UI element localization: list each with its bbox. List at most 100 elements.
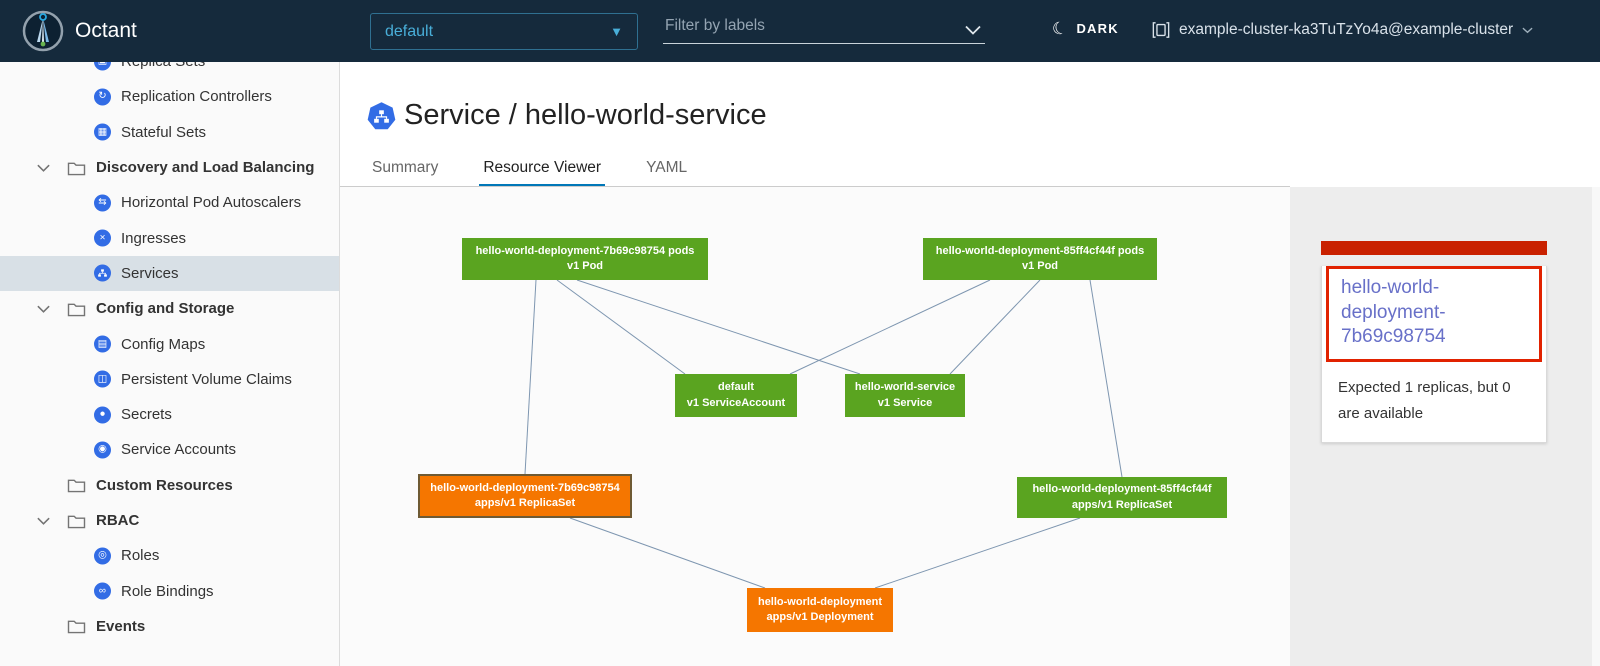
chevron-down-icon <box>1522 26 1533 34</box>
tab-resource-viewer[interactable]: Resource Viewer <box>479 151 605 187</box>
node-title: hello-world-deployment-7b69c98754 <box>420 481 630 496</box>
sidebar-item-persistent-volume-claims[interactable]: ◫ Persistent Volume Claims <box>0 362 339 397</box>
graph-edge <box>950 280 1040 374</box>
graph-node-replicaset-7b69c98754[interactable]: hello-world-deployment-7b69c98754apps/v1… <box>418 474 632 518</box>
sidebar-item-label: Secrets <box>121 406 172 423</box>
detail-panel: hello-world-deployment-7b69c98754 Expect… <box>1290 187 1600 666</box>
sidebar-item-label: Roles <box>121 547 159 564</box>
graph-node-pod-85ff4cf44f[interactable]: hello-world-deployment-85ff4cf44f podsv1… <box>923 238 1157 280</box>
sidebar-item-label: Events <box>96 618 145 635</box>
persistent-volume-claims-icon: ◫ <box>94 371 111 388</box>
horizontal-pod-autoscalers-icon: ⇆ <box>94 194 111 211</box>
sidebar-item-service-accounts[interactable]: ◉Service Accounts <box>0 432 339 467</box>
service-accounts-icon: ◉ <box>94 441 111 458</box>
graph-edge <box>875 518 1080 588</box>
moon-icon: ☾ <box>1050 18 1070 38</box>
service-resource-icon <box>366 101 397 132</box>
selected-object-card: hello-world-deployment-7b69c98754 Expect… <box>1321 241 1547 443</box>
replication-controllers-icon: ↻ <box>94 88 111 105</box>
chevron-down-icon[interactable] <box>36 304 51 313</box>
node-title: hello-world-deployment-85ff4cf44f <box>1017 482 1227 497</box>
scrollbar-track[interactable] <box>1592 187 1600 666</box>
chevron-down-icon[interactable] <box>36 516 51 525</box>
node-title: hello-world-service <box>845 380 965 395</box>
node-kind: apps/v1 ReplicaSet <box>420 496 630 511</box>
ingresses-icon: × <box>94 230 111 247</box>
node-title: hello-world-deployment <box>747 595 893 610</box>
tab-summary[interactable]: Summary <box>368 151 442 187</box>
sidebar-item-label: Replication Controllers <box>121 88 272 105</box>
sidebar-item-label: Horizontal Pod Autoscalers <box>121 194 301 211</box>
folder-icon <box>67 618 86 634</box>
node-kind: apps/v1 Deployment <box>747 610 893 625</box>
sidebar-item-config-maps[interactable]: ▤ Config Maps <box>0 326 339 361</box>
sidebar-item-label: Replica Sets <box>121 62 205 70</box>
sidebar-item-replica-sets[interactable]: ▣ Replica Sets <box>0 62 339 79</box>
resource-viewer-canvas[interactable]: hello-world-deployment-7b69c98754 pods v1… <box>340 187 1290 666</box>
sidebar-item-config-and-storage[interactable]: Config and Storage <box>0 291 339 326</box>
error-status-bar <box>1321 241 1547 255</box>
sidebar-item-label: Config Maps <box>121 336 205 353</box>
sidebar-list: ▣ Replica Sets ↻ Replication Controllers ▦St… <box>0 62 339 644</box>
role-bindings-icon: ∞ <box>94 583 111 600</box>
graph-node-service-hello-world-service[interactable]: hello-world-servicev1 Service <box>845 374 965 417</box>
label-filter <box>663 14 985 48</box>
sidebar-item-discovery-and-load-balancing[interactable]: Discovery and Load Balancing <box>0 150 339 185</box>
sidebar-item-stateful-sets[interactable]: ▦Stateful Sets <box>0 115 339 150</box>
sidebar-item-label: Discovery and Load Balancing <box>96 159 314 176</box>
sidebar-item-ingresses[interactable]: × Ingresses <box>0 220 339 255</box>
sidebar-item-label: Stateful Sets <box>121 124 206 141</box>
sidebar-item-label: Custom Resources <box>96 477 233 494</box>
graph-node-deployment-hello-world[interactable]: hello-world-deploymentapps/v1 Deployment <box>747 588 893 632</box>
graph-edge <box>577 280 860 374</box>
folder-icon <box>67 301 86 317</box>
sidebar-item-secrets[interactable]: ● Secrets <box>0 397 339 432</box>
chevron-down-icon[interactable] <box>36 163 51 172</box>
sidebar-item-roles[interactable]: ◎ Roles <box>0 538 339 573</box>
graph-edge <box>790 280 990 374</box>
selected-object-card-body: hello-world-deployment-7b69c98754 Expect… <box>1321 266 1547 443</box>
octant-logo-icon[interactable] <box>22 10 64 52</box>
replica-sets-icon: ▣ <box>94 62 111 70</box>
roles-icon: ◎ <box>94 547 111 564</box>
secrets-icon: ● <box>94 406 111 423</box>
node-title: hello-world-deployment-85ff4cf44f pods <box>923 244 1157 259</box>
graph-node-pod-7b69c98754[interactable]: hello-world-deployment-7b69c98754 podsv1… <box>462 238 708 280</box>
sidebar-item-events[interactable]: Events <box>0 609 339 644</box>
chevron-down-icon[interactable] <box>965 22 981 40</box>
sidebar-item-rbac[interactable]: RBAC <box>0 503 339 538</box>
app-header: Octant default ▼ ☾ DARK example-cluster-… <box>0 0 1600 62</box>
filter-input[interactable] <box>663 14 985 44</box>
sidebar-nav: ▣ Replica Sets ↻ Replication Controllers ▦St… <box>0 62 340 666</box>
node-kind: v1 Service <box>845 396 965 411</box>
theme-toggle[interactable]: ☾ DARK <box>1052 20 1119 37</box>
sidebar-item-replication-controllers[interactable]: ↻ Replication Controllers <box>0 79 339 114</box>
sidebar-item-label: Persistent Volume Claims <box>121 371 292 388</box>
graph-node-replicaset-85ff4cf44f[interactable]: hello-world-deployment-85ff4cf44fapps/v1… <box>1017 477 1227 518</box>
sidebar-item-label: Ingresses <box>121 230 186 247</box>
selected-object-link[interactable]: hello-world-deployment-7b69c98754 <box>1326 266 1542 362</box>
sidebar-item-label: RBAC <box>96 512 139 529</box>
node-title: default <box>675 380 797 395</box>
graph-edge <box>1090 280 1122 477</box>
tab-bar: Summary Resource Viewer YAML <box>368 151 691 187</box>
context-selector[interactable]: example-cluster-ka3TuTzYo4a@example-clus… <box>1152 21 1533 39</box>
sidebar-item-services[interactable]: Services <box>0 256 339 291</box>
node-kind: apps/v1 ReplicaSet <box>1017 498 1227 513</box>
sidebar-item-horizontal-pod-autoscalers[interactable]: ⇆ Horizontal Pod Autoscalers <box>0 185 339 220</box>
node-kind: v1 ServiceAccount <box>675 396 797 411</box>
page-title: Service / hello-world-service <box>404 99 767 132</box>
config-maps-icon: ▤ <box>94 336 111 353</box>
node-title: hello-world-deployment-7b69c98754 pods <box>462 244 708 259</box>
folder-icon <box>67 513 86 529</box>
graph-edge <box>570 518 765 588</box>
sidebar-item-role-bindings[interactable]: ∞Role Bindings <box>0 573 339 608</box>
context-label: example-cluster-ka3TuTzYo4a@example-clus… <box>1179 21 1513 39</box>
namespace-dropdown[interactable]: default ▼ <box>370 13 638 50</box>
cluster-icon <box>1152 21 1170 39</box>
theme-toggle-label: DARK <box>1076 21 1118 36</box>
sidebar-item-custom-resources[interactable]: Custom Resources <box>0 468 339 503</box>
tab-yaml[interactable]: YAML <box>642 151 691 187</box>
graph-node-serviceaccount-default[interactable]: defaultv1 ServiceAccount <box>675 374 797 417</box>
sidebar-item-label: Config and Storage <box>96 300 234 317</box>
